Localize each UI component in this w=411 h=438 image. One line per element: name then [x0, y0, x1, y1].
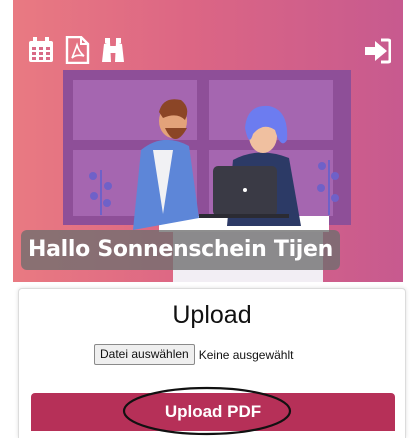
calendar-icon[interactable] — [27, 36, 55, 64]
binoculars-icon[interactable] — [99, 36, 127, 64]
file-input: Datei auswählen Keine ausgewählt — [94, 344, 293, 365]
header-toolbar — [27, 36, 127, 64]
logout-icon[interactable] — [363, 38, 391, 64]
pdf-file-icon[interactable] — [63, 36, 91, 64]
upload-title: Upload — [172, 301, 252, 329]
choose-file-button[interactable]: Datei auswählen — [94, 344, 195, 365]
upload-pdf-button[interactable]: Upload PDF — [31, 393, 395, 431]
file-status-text: Keine ausgewählt — [198, 347, 294, 362]
header-hero: Hallo Sonnenschein Tijen — [13, 0, 403, 282]
greeting-text: Hallo Sonnenschein Tijen — [21, 230, 341, 270]
upload-card: Upload Datei auswählen Keine ausgewählt … — [18, 288, 406, 438]
